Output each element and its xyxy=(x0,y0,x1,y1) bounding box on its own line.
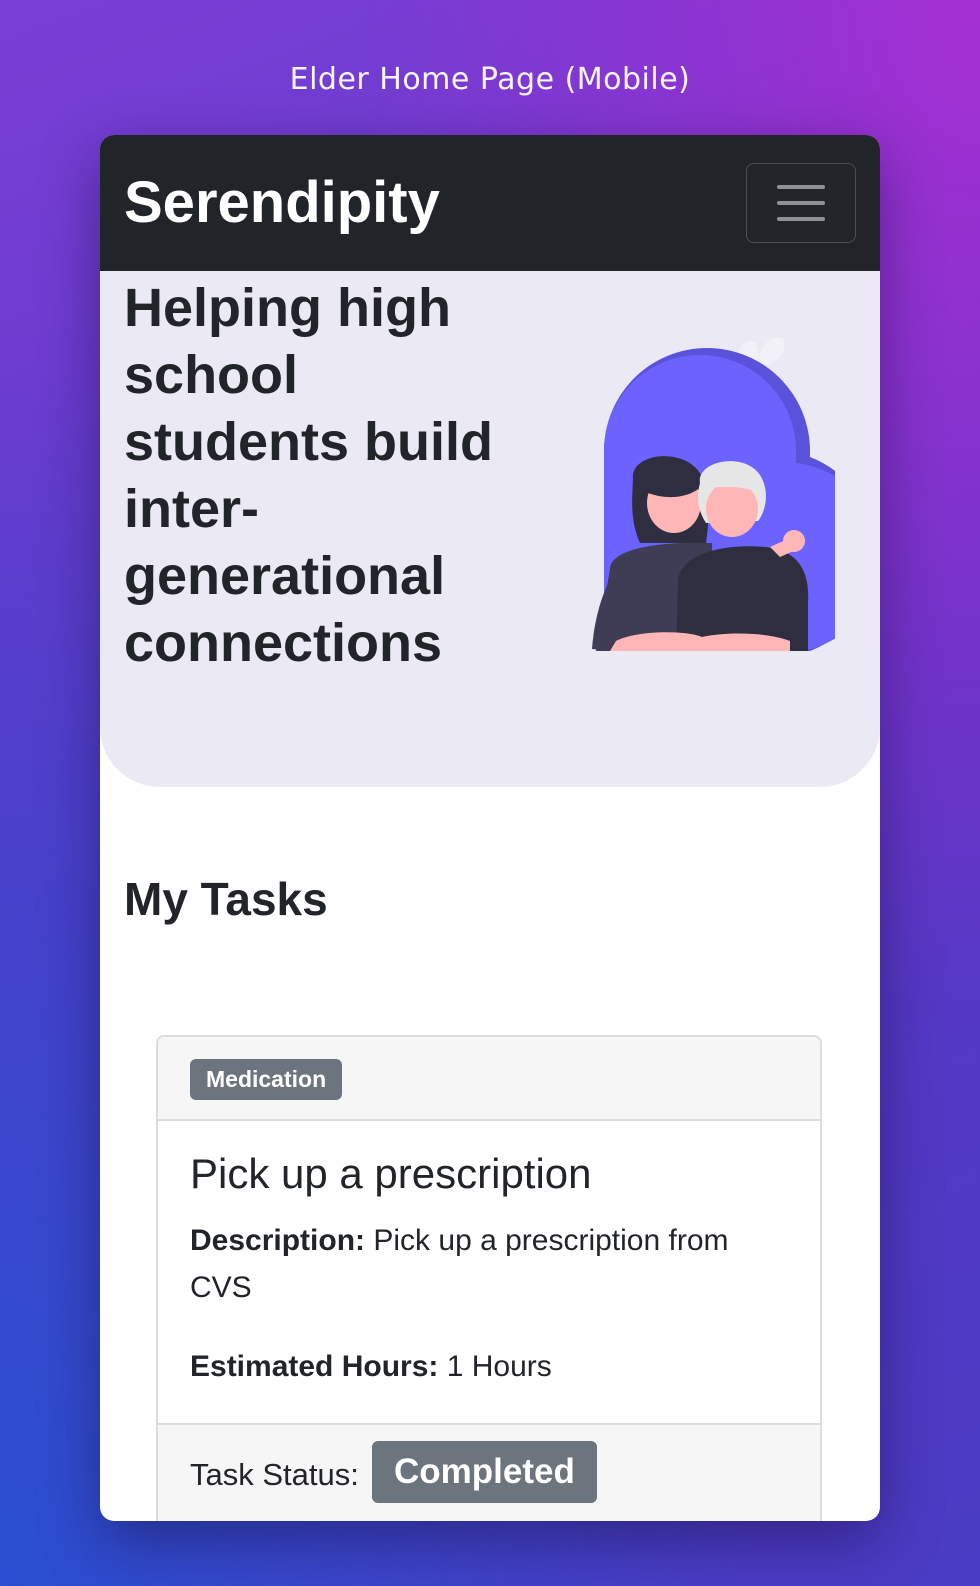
hours-label: Estimated Hours: xyxy=(190,1350,439,1383)
tasks-heading: My Tasks xyxy=(124,873,328,925)
task-hours: Estimated Hours: 1 Hours xyxy=(190,1343,790,1390)
page-caption: Elder Home Page (Mobile) xyxy=(289,62,691,97)
hero-title: Helping high school students build inter… xyxy=(124,278,493,673)
hours-value: 1 Hours xyxy=(446,1350,552,1383)
category-badge: Medication xyxy=(190,1059,343,1100)
mobile-screen: Serendipity Helping high school students… xyxy=(100,135,880,1521)
heart-with-two-people-illustration xyxy=(592,336,835,651)
status-label: Task Status: xyxy=(190,1457,359,1492)
hamburger-menu-icon xyxy=(777,185,825,189)
description-label: Description: xyxy=(190,1224,366,1257)
task-card-header: Medication xyxy=(158,1037,820,1121)
hamburger-menu-icon xyxy=(777,217,825,221)
hamburger-menu-icon xyxy=(777,201,825,205)
task-description: Description: Pick up a prescription from… xyxy=(190,1217,790,1311)
brand-link[interactable]: Serendipity xyxy=(124,171,440,235)
task-card-footer: Task Status: Completed xyxy=(158,1423,820,1521)
navbar-toggler-button[interactable] xyxy=(746,163,856,243)
task-card[interactable]: Medication Pick up a prescription Descri… xyxy=(156,1035,822,1521)
status-badge: Completed xyxy=(372,1441,597,1503)
navbar: Serendipity xyxy=(100,135,880,271)
task-title: Pick up a prescription xyxy=(190,1150,592,1197)
hero-section: Helping high school students build inter… xyxy=(100,271,880,787)
